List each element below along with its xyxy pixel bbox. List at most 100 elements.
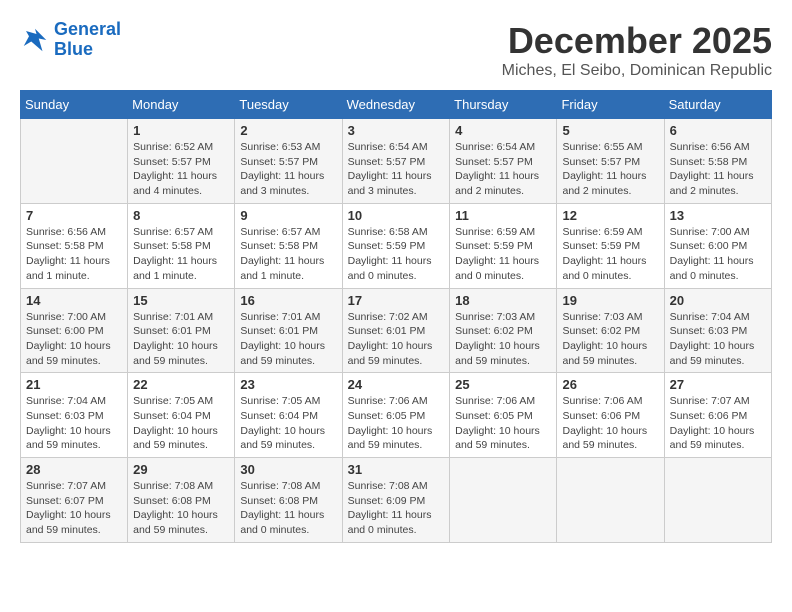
calendar-week-row: 7Sunrise: 6:56 AM Sunset: 5:58 PM Daylig… <box>21 203 772 288</box>
day-info: Sunrise: 7:07 AM Sunset: 6:07 PM Dayligh… <box>26 479 122 538</box>
calendar-cell: 2 Sunrise: 6:53 AM Sunset: 5:57 PM Daylig… <box>235 119 342 204</box>
calendar-cell: 26 Sunrise: 7:06 AM Sunset: 6:06 PM Dayli… <box>557 373 664 458</box>
header-tuesday: Tuesday <box>235 91 342 119</box>
day-info: Sunrise: 7:01 AM Sunset: 6:01 PM Dayligh… <box>133 310 229 369</box>
day-number: 2 <box>240 123 336 138</box>
day-number: 26 <box>562 377 658 392</box>
day-number: 18 <box>455 293 551 308</box>
logo-text: General Blue <box>54 20 121 60</box>
day-number: 22 <box>133 377 229 392</box>
header-wednesday: Wednesday <box>342 91 450 119</box>
day-number: 27 <box>670 377 766 392</box>
calendar-cell: 19 Sunrise: 7:03 AM Sunset: 6:02 PM Dayli… <box>557 288 664 373</box>
calendar-cell: 29Sunrise: 7:08 AM Sunset: 6:08 PM Dayli… <box>128 458 235 543</box>
day-number: 9 <box>240 208 336 223</box>
day-info: Sunrise: 6:53 AM Sunset: 5:57 PM Dayligh… <box>240 140 336 199</box>
calendar-cell <box>557 458 664 543</box>
day-info: Sunrise: 7:03 AM Sunset: 6:02 PM Dayligh… <box>562 310 658 369</box>
calendar-cell: 22 Sunrise: 7:05 AM Sunset: 6:04 PM Dayli… <box>128 373 235 458</box>
calendar-cell: 13Sunrise: 7:00 AM Sunset: 6:00 PM Dayli… <box>664 203 771 288</box>
day-info: Sunrise: 7:01 AM Sunset: 6:01 PM Dayligh… <box>240 310 336 369</box>
day-info: Sunrise: 6:59 AM Sunset: 5:59 PM Dayligh… <box>455 225 551 284</box>
calendar-week-row: 21 Sunrise: 7:04 AM Sunset: 6:03 PM Dayli… <box>21 373 772 458</box>
calendar-cell: 15 Sunrise: 7:01 AM Sunset: 6:01 PM Dayli… <box>128 288 235 373</box>
calendar-cell: 10 Sunrise: 6:58 AM Sunset: 5:59 PM Dayli… <box>342 203 450 288</box>
day-info: Sunrise: 6:58 AM Sunset: 5:59 PM Dayligh… <box>348 225 445 284</box>
day-number: 20 <box>670 293 766 308</box>
calendar-cell: 30 Sunrise: 7:08 AM Sunset: 6:08 PM Dayli… <box>235 458 342 543</box>
calendar-cell: 7Sunrise: 6:56 AM Sunset: 5:58 PM Daylig… <box>21 203 128 288</box>
calendar-cell: 16 Sunrise: 7:01 AM Sunset: 6:01 PM Dayli… <box>235 288 342 373</box>
day-info: Sunrise: 6:56 AM Sunset: 5:58 PM Dayligh… <box>26 225 122 284</box>
day-number: 15 <box>133 293 229 308</box>
days-header-row: Sunday Monday Tuesday Wednesday Thursday… <box>21 91 772 119</box>
day-number: 3 <box>348 123 445 138</box>
location: Miches, El Seibo, Dominican Republic <box>502 62 772 80</box>
calendar-cell: 23Sunrise: 7:05 AM Sunset: 6:04 PM Dayli… <box>235 373 342 458</box>
day-number: 8 <box>133 208 229 223</box>
day-number: 24 <box>348 377 445 392</box>
calendar-cell: 6 Sunrise: 6:56 AM Sunset: 5:58 PM Daylig… <box>664 119 771 204</box>
day-number: 19 <box>562 293 658 308</box>
day-number: 17 <box>348 293 445 308</box>
day-info: Sunrise: 7:06 AM Sunset: 6:05 PM Dayligh… <box>348 394 445 453</box>
logo: General Blue <box>20 20 121 60</box>
header-monday: Monday <box>128 91 235 119</box>
day-info: Sunrise: 7:06 AM Sunset: 6:06 PM Dayligh… <box>562 394 658 453</box>
calendar-cell: 1 Sunrise: 6:52 AM Sunset: 5:57 PM Daylig… <box>128 119 235 204</box>
day-info: Sunrise: 7:04 AM Sunset: 6:03 PM Dayligh… <box>26 394 122 453</box>
day-info: Sunrise: 6:54 AM Sunset: 5:57 PM Dayligh… <box>455 140 551 199</box>
day-number: 21 <box>26 377 122 392</box>
calendar-cell: 28 Sunrise: 7:07 AM Sunset: 6:07 PM Dayli… <box>21 458 128 543</box>
day-number: 28 <box>26 462 122 477</box>
day-number: 5 <box>562 123 658 138</box>
day-number: 10 <box>348 208 445 223</box>
day-number: 31 <box>348 462 445 477</box>
calendar-cell: 9 Sunrise: 6:57 AM Sunset: 5:58 PM Daylig… <box>235 203 342 288</box>
day-info: Sunrise: 6:57 AM Sunset: 5:58 PM Dayligh… <box>240 225 336 284</box>
day-info: Sunrise: 7:07 AM Sunset: 6:06 PM Dayligh… <box>670 394 766 453</box>
calendar-cell: 11 Sunrise: 6:59 AM Sunset: 5:59 PM Dayli… <box>450 203 557 288</box>
day-info: Sunrise: 6:56 AM Sunset: 5:58 PM Dayligh… <box>670 140 766 199</box>
day-info: Sunrise: 7:05 AM Sunset: 6:04 PM Dayligh… <box>240 394 336 453</box>
day-info: Sunrise: 7:08 AM Sunset: 6:08 PM Dayligh… <box>240 479 336 538</box>
calendar-cell: 17 Sunrise: 7:02 AM Sunset: 6:01 PM Dayli… <box>342 288 450 373</box>
day-info: Sunrise: 7:02 AM Sunset: 6:01 PM Dayligh… <box>348 310 445 369</box>
calendar-cell: 24 Sunrise: 7:06 AM Sunset: 6:05 PM Dayli… <box>342 373 450 458</box>
calendar-cell: 5 Sunrise: 6:55 AM Sunset: 5:57 PM Daylig… <box>557 119 664 204</box>
day-number: 6 <box>670 123 766 138</box>
day-info: Sunrise: 6:55 AM Sunset: 5:57 PM Dayligh… <box>562 140 658 199</box>
calendar-cell: 25 Sunrise: 7:06 AM Sunset: 6:05 PM Dayli… <box>450 373 557 458</box>
day-number: 4 <box>455 123 551 138</box>
header-saturday: Saturday <box>664 91 771 119</box>
day-info: Sunrise: 6:52 AM Sunset: 5:57 PM Dayligh… <box>133 140 229 199</box>
day-info: Sunrise: 7:06 AM Sunset: 6:05 PM Dayligh… <box>455 394 551 453</box>
day-info: Sunrise: 7:03 AM Sunset: 6:02 PM Dayligh… <box>455 310 551 369</box>
day-info: Sunrise: 7:04 AM Sunset: 6:03 PM Dayligh… <box>670 310 766 369</box>
calendar-cell: 20 Sunrise: 7:04 AM Sunset: 6:03 PM Dayli… <box>664 288 771 373</box>
day-info: Sunrise: 6:54 AM Sunset: 5:57 PM Dayligh… <box>348 140 445 199</box>
day-number: 12 <box>562 208 658 223</box>
day-number: 13 <box>670 208 766 223</box>
calendar-cell: 4 Sunrise: 6:54 AM Sunset: 5:57 PM Daylig… <box>450 119 557 204</box>
calendar-cell: 18 Sunrise: 7:03 AM Sunset: 6:02 PM Dayli… <box>450 288 557 373</box>
page-header: General Blue December 2025 Miches, El Se… <box>20 20 772 80</box>
day-number: 30 <box>240 462 336 477</box>
day-number: 1 <box>133 123 229 138</box>
day-number: 25 <box>455 377 551 392</box>
day-info: Sunrise: 7:05 AM Sunset: 6:04 PM Dayligh… <box>133 394 229 453</box>
day-number: 16 <box>240 293 336 308</box>
calendar-cell <box>21 119 128 204</box>
day-info: Sunrise: 7:08 AM Sunset: 6:09 PM Dayligh… <box>348 479 445 538</box>
calendar-cell: 27 Sunrise: 7:07 AM Sunset: 6:06 PM Dayli… <box>664 373 771 458</box>
calendar-cell <box>450 458 557 543</box>
calendar-cell: 31 Sunrise: 7:08 AM Sunset: 6:09 PM Dayli… <box>342 458 450 543</box>
day-info: Sunrise: 7:00 AM Sunset: 6:00 PM Dayligh… <box>26 310 122 369</box>
calendar-week-row: 28 Sunrise: 7:07 AM Sunset: 6:07 PM Dayli… <box>21 458 772 543</box>
calendar-table: Sunday Monday Tuesday Wednesday Thursday… <box>20 90 772 543</box>
calendar-week-row: 1 Sunrise: 6:52 AM Sunset: 5:57 PM Daylig… <box>21 119 772 204</box>
logo-icon <box>20 25 50 55</box>
day-info: Sunrise: 6:57 AM Sunset: 5:58 PM Dayligh… <box>133 225 229 284</box>
title-block: December 2025 Miches, El Seibo, Dominica… <box>502 20 772 80</box>
day-number: 11 <box>455 208 551 223</box>
